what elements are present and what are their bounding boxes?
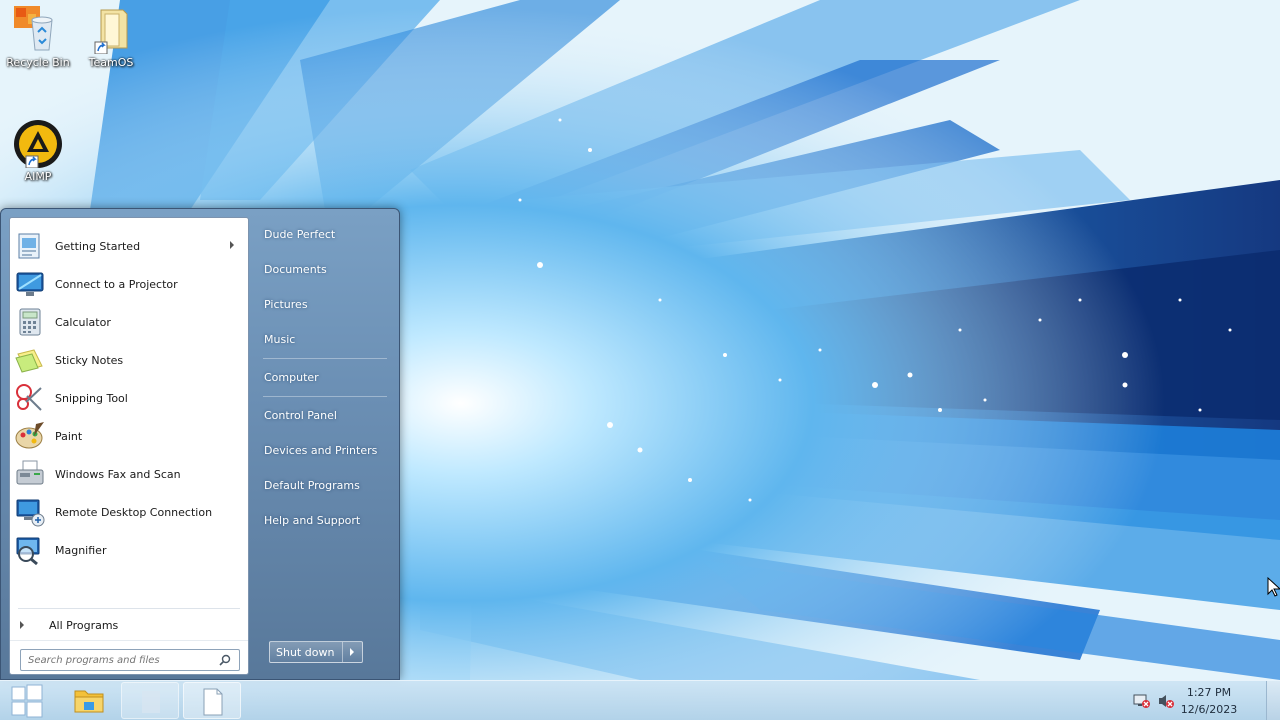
right-item-user-folder[interactable]: Dude Perfect <box>257 222 393 246</box>
fax-scanner-icon <box>14 458 46 490</box>
program-sticky-notes[interactable]: Sticky Notes <box>12 342 246 378</box>
start-menu-programs-pane: Getting Started Connect to a Projector C… <box>9 217 249 675</box>
program-label: Snipping Tool <box>55 391 128 405</box>
desktop-icon-label: AIMP <box>24 170 52 183</box>
right-item-documents[interactable]: Documents <box>257 257 393 281</box>
clock-time[interactable]: 1:27 PM <box>1174 686 1244 699</box>
program-connect-to-projector[interactable]: Connect to a Projector <box>12 266 246 302</box>
desktop-icon-label: TeamOS <box>88 56 134 69</box>
program-remote-desktop-connection[interactable]: Remote Desktop Connection <box>12 494 246 530</box>
shutdown-button[interactable]: Shut down <box>269 641 363 663</box>
program-label: Remote Desktop Connection <box>55 505 213 519</box>
right-item-music[interactable]: Music <box>257 327 393 351</box>
search-icon[interactable] <box>219 654 231 666</box>
volume-muted-icon[interactable] <box>1157 693 1175 712</box>
program-paint[interactable]: Paint <box>12 418 246 454</box>
blank-app-icon <box>142 691 160 713</box>
program-snipping-tool[interactable]: Snipping Tool <box>12 380 246 416</box>
right-item-computer[interactable]: Computer <box>257 365 393 389</box>
right-item-label: Devices and Printers <box>264 443 378 457</box>
desktop-icon-label: Recycle Bin <box>6 56 70 69</box>
getting-started-icon <box>14 230 46 262</box>
programs-separator <box>18 608 240 609</box>
desktop-icon-aimp[interactable]: AIMP <box>0 120 76 183</box>
program-label: Windows Fax and Scan <box>55 467 181 481</box>
right-separator <box>263 396 387 397</box>
program-calculator[interactable]: Calculator <box>12 304 246 340</box>
snipping-tool-icon <box>14 382 46 414</box>
network-disconnected-icon[interactable] <box>1133 693 1151 712</box>
magnifier-icon <box>14 534 46 566</box>
aimp-icon <box>14 120 62 169</box>
program-windows-fax-and-scan[interactable]: Windows Fax and Scan <box>12 456 246 492</box>
projector-icon <box>14 268 46 300</box>
right-item-pictures[interactable]: Pictures <box>257 292 393 316</box>
mouse-cursor-icon <box>1267 577 1280 597</box>
right-item-help-and-support[interactable]: Help and Support <box>257 508 393 532</box>
right-item-default-programs[interactable]: Default Programs <box>257 473 393 497</box>
recycle-bin-icon <box>14 6 62 54</box>
desktop-icon-teamos[interactable]: TeamOS <box>73 6 149 69</box>
taskbar-blank-app[interactable] <box>121 682 179 719</box>
start-search-box[interactable] <box>20 649 240 671</box>
search-separator <box>10 640 248 641</box>
all-programs-button[interactable]: All Programs <box>16 614 242 636</box>
document-icon <box>203 688 223 716</box>
right-item-label: Computer <box>264 370 319 384</box>
program-label: Paint <box>55 429 83 443</box>
clock-date[interactable]: 12/6/2023 <box>1174 703 1244 716</box>
taskbar: 1:27 PM 12/6/2023 <box>0 680 1280 720</box>
folder-shortcut-icon <box>87 6 135 55</box>
taskbar-document[interactable] <box>183 682 241 719</box>
shutdown-options-arrow-icon[interactable] <box>350 648 354 656</box>
right-item-label: Dude Perfect <box>264 227 336 241</box>
desktop-icon-recycle-bin[interactable]: Recycle Bin <box>0 6 76 69</box>
right-item-control-panel[interactable]: Control Panel <box>257 403 393 427</box>
start-button[interactable] <box>4 683 50 719</box>
right-item-label: Control Panel <box>264 408 337 422</box>
shutdown-divider <box>342 642 343 662</box>
right-item-label: Default Programs <box>264 478 360 492</box>
right-item-label: Help and Support <box>264 513 361 527</box>
taskbar-file-explorer[interactable] <box>60 682 118 719</box>
search-input[interactable] <box>21 650 211 670</box>
program-label: Calculator <box>55 315 111 329</box>
program-label: Magnifier <box>55 543 107 557</box>
start-menu: Getting Started Connect to a Projector C… <box>0 208 400 680</box>
paint-icon <box>14 420 46 452</box>
right-item-devices-and-printers[interactable]: Devices and Printers <box>257 438 393 462</box>
right-item-label: Pictures <box>264 297 308 311</box>
show-desktop-button[interactable] <box>1266 681 1280 720</box>
program-label: Connect to a Projector <box>55 277 178 291</box>
expand-arrow-icon <box>20 621 24 629</box>
all-programs-label: All Programs <box>49 618 119 632</box>
right-item-label: Music <box>264 332 296 346</box>
program-label: Getting Started <box>55 239 141 253</box>
folder-icon <box>74 690 104 713</box>
submenu-arrow-icon <box>230 241 234 249</box>
right-item-label: Documents <box>264 262 327 276</box>
calculator-icon <box>14 306 46 338</box>
program-label: Sticky Notes <box>55 353 124 367</box>
windows-logo-icon <box>11 684 43 718</box>
shutdown-label: Shut down <box>276 645 335 659</box>
sticky-notes-icon <box>14 344 46 376</box>
right-separator <box>263 358 387 359</box>
program-getting-started[interactable]: Getting Started <box>12 228 246 264</box>
program-magnifier[interactable]: Magnifier <box>12 532 246 568</box>
remote-desktop-icon <box>14 496 46 528</box>
